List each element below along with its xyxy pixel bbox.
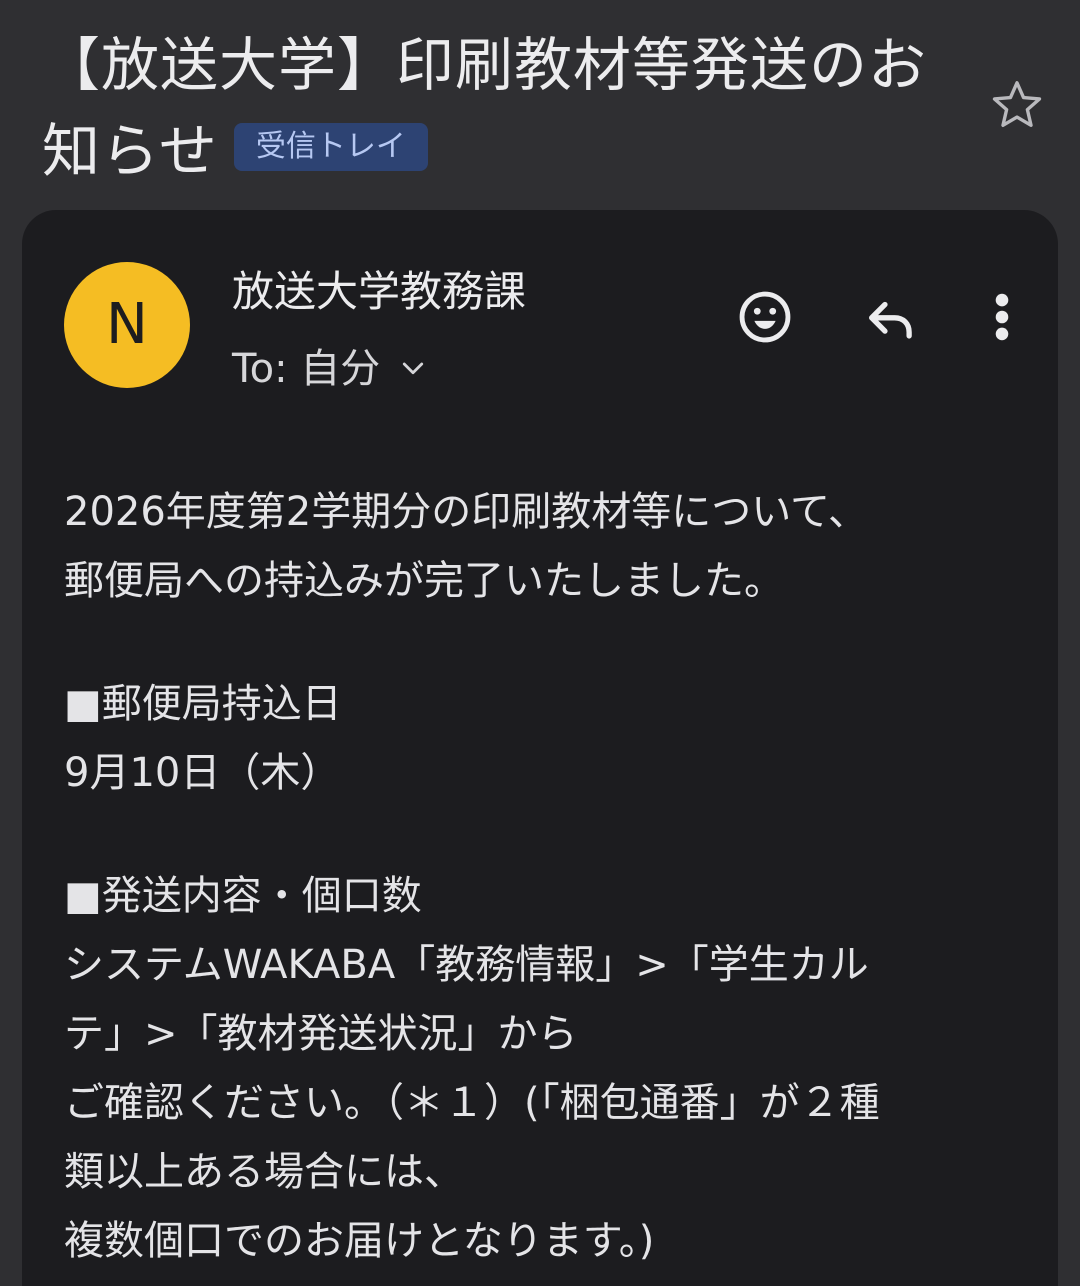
subject-text: 【放送大学】印刷教材等発送のお知らせ bbox=[42, 31, 928, 185]
section-heading: ■発送内容・個口数 bbox=[64, 873, 422, 919]
body-line: テ」>「教材発送状況」から bbox=[64, 1011, 578, 1057]
body-line: 郵便局への持込みが完了いたしました。 bbox=[64, 558, 784, 604]
body-line: 類以上ある場合には、 bbox=[64, 1149, 464, 1195]
sender-name: 放送大学教務課 bbox=[232, 267, 527, 316]
body-line: 9月10日（木） bbox=[64, 750, 341, 796]
section-heading: ■郵便局持込日 bbox=[64, 681, 342, 727]
recipient-toggle[interactable]: To: 自分 bbox=[232, 340, 428, 398]
body-line: ご確認ください。（＊１）(「梱包通番」が２種 bbox=[64, 1080, 880, 1126]
reply-icon[interactable] bbox=[862, 290, 920, 348]
emoji-icon[interactable] bbox=[736, 288, 794, 346]
more-vert-icon[interactable] bbox=[982, 288, 1022, 346]
body-line: システムWAKABA「教務情報」>「学生カル bbox=[64, 942, 869, 988]
email-body: 2026年度第2学期分の印刷教材等について、 郵便局への持込みが完了いたしました… bbox=[64, 478, 1004, 1276]
inbox-label-chip[interactable]: 受信トレイ bbox=[233, 122, 428, 171]
email-view: 【放送大学】印刷教材等発送のお知らせ 受信トレイ N 放送大学教務課 To: 自分 bbox=[0, 0, 1080, 1286]
chevron-down-icon[interactable] bbox=[398, 354, 428, 384]
body-line: 複数個口でのお届けとなります。) bbox=[64, 1218, 655, 1264]
recipient-text: To: 自分 bbox=[232, 346, 381, 392]
email-subject: 【放送大学】印刷教材等発送のお知らせ 受信トレイ bbox=[42, 22, 982, 194]
body-line: 2026年度第2学期分の印刷教材等について、 bbox=[64, 489, 869, 535]
star-outline-icon[interactable] bbox=[988, 76, 1046, 134]
message-card: N 放送大学教務課 To: 自分 2026年度第2学期分の印刷教材等について、 … bbox=[22, 210, 1058, 1286]
avatar[interactable]: N bbox=[64, 262, 190, 388]
